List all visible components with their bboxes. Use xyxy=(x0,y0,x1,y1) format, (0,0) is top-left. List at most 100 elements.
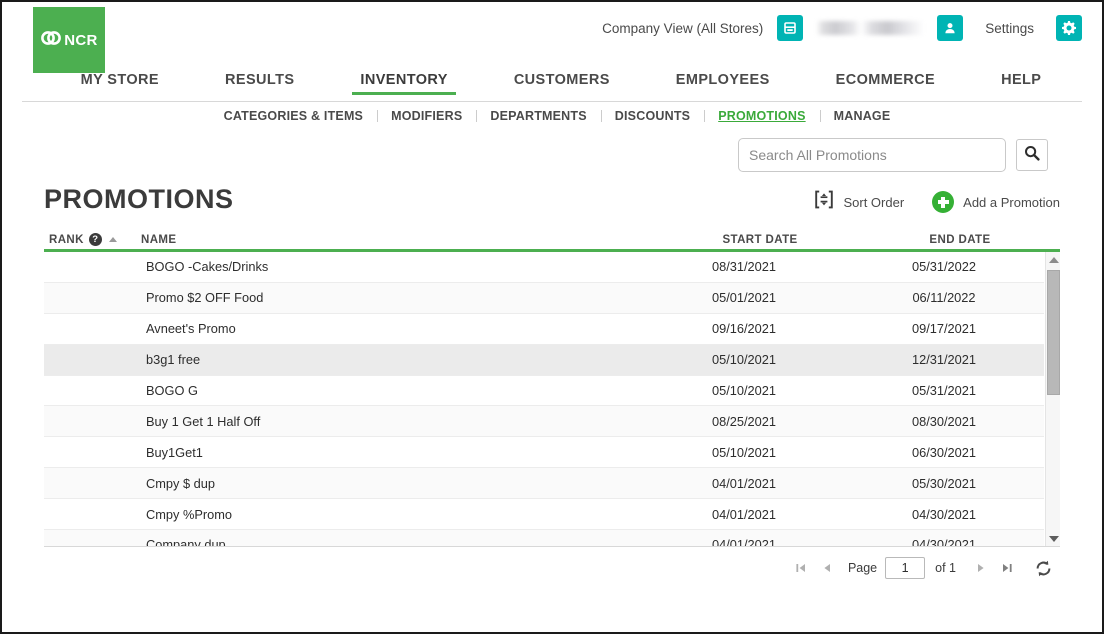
sort-order-icon xyxy=(814,190,834,214)
column-header-end-date[interactable]: END DATE xyxy=(860,234,1060,246)
table-row[interactable]: Buy 1 Get 1 Half Off 08/25/2021 08/30/20… xyxy=(44,406,1044,438)
table-row[interactable]: BOGO -Cakes/Drinks 08/31/2021 05/31/2022 xyxy=(44,252,1044,283)
column-header-name-label: NAME xyxy=(141,234,177,246)
next-page-icon[interactable] xyxy=(968,555,994,581)
subnav-item-promotions[interactable]: PROMOTIONS xyxy=(704,109,819,123)
page-label: Page xyxy=(847,561,878,575)
column-header-start-date[interactable]: START DATE xyxy=(660,234,860,246)
sort-order-button[interactable]: Sort Order xyxy=(814,190,904,214)
page-title: PROMOTIONS xyxy=(44,184,234,214)
cell-end-date: 06/11/2022 xyxy=(912,290,976,306)
nav-item-inventory[interactable]: INVENTORY xyxy=(327,72,480,95)
table-body-viewport: BOGO -Cakes/Drinks 08/31/2021 05/31/2022… xyxy=(44,252,1060,546)
settings-label[interactable]: Settings xyxy=(985,21,1034,36)
cell-end-date: 09/17/2021 xyxy=(911,321,977,337)
subnav-item-departments[interactable]: DEPARTMENTS xyxy=(476,109,600,123)
plus-circle-icon xyxy=(932,191,955,213)
nav-item-results[interactable]: RESULTS xyxy=(192,72,327,95)
nav-item-ecommerce[interactable]: ECOMMERCE xyxy=(803,72,968,95)
title-actions: Sort Order Add a Promotion xyxy=(814,190,1060,214)
cell-end-date: 05/31/2021 xyxy=(911,383,977,398)
page-number-input[interactable] xyxy=(885,557,926,579)
table-row[interactable]: Promo $2 OFF Food 05/01/2021 06/11/2022 xyxy=(44,282,1044,314)
title-row: PROMOTIONS Sort Order Add a Promotion xyxy=(44,182,1060,226)
header-right-group: Company View (All Stores) Settings xyxy=(602,13,1082,43)
ncr-logo-text: NCR xyxy=(64,31,98,49)
cell-start-date: 08/25/2021 xyxy=(711,413,777,429)
column-header-name[interactable]: NAME xyxy=(141,234,660,246)
scroll-down-icon[interactable] xyxy=(1046,531,1060,546)
table-row[interactable]: Company dup 04/01/2021 04/30/2021 xyxy=(44,530,1044,546)
company-view-label: Company View (All Stores) xyxy=(602,20,764,36)
page-total-label: of 1 xyxy=(935,561,956,575)
column-header-rank-label: RANK xyxy=(49,233,84,246)
cell-end-date: 05/30/2021 xyxy=(911,475,977,491)
search-icon xyxy=(1024,145,1040,166)
cell-start-date: 08/31/2021 xyxy=(711,259,777,275)
previous-page-icon[interactable] xyxy=(814,555,840,581)
scroll-up-icon[interactable] xyxy=(1046,252,1060,267)
column-header-start-date-label: START DATE xyxy=(722,234,798,246)
search-input[interactable] xyxy=(738,138,1006,172)
nav-item-help[interactable]: HELP xyxy=(968,72,1074,95)
cell-name: b3g1 free xyxy=(146,352,201,368)
sort-order-label: Sort Order xyxy=(843,194,905,210)
cell-name: Cmpy $ dup xyxy=(146,475,215,491)
ncr-rings-logo-icon xyxy=(40,29,62,52)
cell-name: Buy 1 Get 1 Half Off xyxy=(146,413,261,429)
nav-item-customers[interactable]: CUSTOMERS xyxy=(481,72,643,95)
caret-down-icon xyxy=(1048,535,1059,542)
gear-icon[interactable] xyxy=(1056,15,1082,41)
subnav-item-discounts[interactable]: DISCOUNTS xyxy=(600,109,704,123)
cell-end-date: 12/31/2021 xyxy=(911,352,977,368)
cell-name: Buy1Get1 xyxy=(146,444,203,460)
user-profile-icon[interactable] xyxy=(937,15,964,41)
promotions-page: NCR Company View (All Stores) Settings M… xyxy=(0,0,1104,634)
cell-name: Avneet's Promo xyxy=(146,321,236,337)
cell-name: BOGO -Cakes/Drinks xyxy=(146,259,269,275)
question-mark-icon[interactable]: ? xyxy=(88,233,102,246)
cell-start-date: 04/01/2021 xyxy=(711,475,777,491)
caret-up-icon xyxy=(1048,256,1059,263)
sort-ascending-icon xyxy=(108,237,117,242)
cell-end-date: 04/30/2021 xyxy=(911,506,977,522)
refresh-icon[interactable] xyxy=(1030,555,1056,581)
column-header-end-date-label: END DATE xyxy=(929,234,991,246)
add-promotion-label: Add a Promotion xyxy=(963,194,1060,210)
table-header-row: RANK ? NAME START DATE END DATE xyxy=(44,226,1060,252)
nav-item-my-store[interactable]: MY STORE xyxy=(48,72,192,95)
cell-name: BOGO G xyxy=(146,383,198,398)
cell-name: Cmpy %Promo xyxy=(146,506,233,522)
table-vertical-scrollbar[interactable] xyxy=(1045,252,1060,546)
promotions-table: RANK ? NAME START DATE END DATE BOGO -Ca… xyxy=(44,226,1060,547)
table-row[interactable]: Avneet's Promo 09/16/2021 09/17/2021 xyxy=(44,313,1044,345)
subnav-item-categories-items[interactable]: CATEGORIES & ITEMS xyxy=(210,109,378,123)
main-navigation: MY STORE RESULTS INVENTORY CUSTOMERS EMP… xyxy=(2,72,1102,101)
search-group xyxy=(738,138,1048,172)
scrollbar-thumb[interactable] xyxy=(1047,270,1060,395)
subnav-item-manage[interactable]: MANAGE xyxy=(819,109,905,123)
last-page-icon[interactable] xyxy=(994,555,1020,581)
ncr-logo[interactable]: NCR xyxy=(33,7,105,73)
table-row[interactable]: Cmpy $ dup 04/01/2021 05/30/2021 xyxy=(44,468,1044,500)
table-row[interactable]: BOGO G 05/10/2021 05/31/2021 xyxy=(44,375,1044,407)
cell-name: Promo $2 OFF Food xyxy=(146,290,264,306)
column-header-rank[interactable]: RANK ? xyxy=(44,233,141,246)
table-row[interactable]: b3g1 free 05/10/2021 12/31/2021 xyxy=(44,344,1044,376)
table-row[interactable]: Buy1Get1 05/10/2021 06/30/2021 xyxy=(44,437,1044,469)
add-promotion-button[interactable]: Add a Promotion xyxy=(932,191,1060,213)
pagination-bar: Page of 1 xyxy=(44,547,1060,589)
first-page-icon[interactable] xyxy=(788,555,814,581)
cell-start-date: 05/10/2021 xyxy=(711,383,777,398)
table-row[interactable]: Cmpy %Promo 04/01/2021 04/30/2021 xyxy=(44,499,1044,531)
top-header: NCR Company View (All Stores) Settings xyxy=(2,2,1102,73)
cell-start-date: 04/01/2021 xyxy=(711,506,777,522)
nav-item-employees[interactable]: EMPLOYEES xyxy=(643,72,803,95)
subnav-item-modifiers[interactable]: MODIFIERS xyxy=(377,109,476,123)
cell-start-date: 05/01/2021 xyxy=(711,290,777,306)
cell-start-date: 04/01/2021 xyxy=(711,537,777,546)
table-body: BOGO -Cakes/Drinks 08/31/2021 05/31/2022… xyxy=(44,252,1044,546)
store-card-icon[interactable] xyxy=(777,15,804,41)
cell-end-date: 04/30/2021 xyxy=(911,537,977,546)
search-button[interactable] xyxy=(1016,139,1048,171)
